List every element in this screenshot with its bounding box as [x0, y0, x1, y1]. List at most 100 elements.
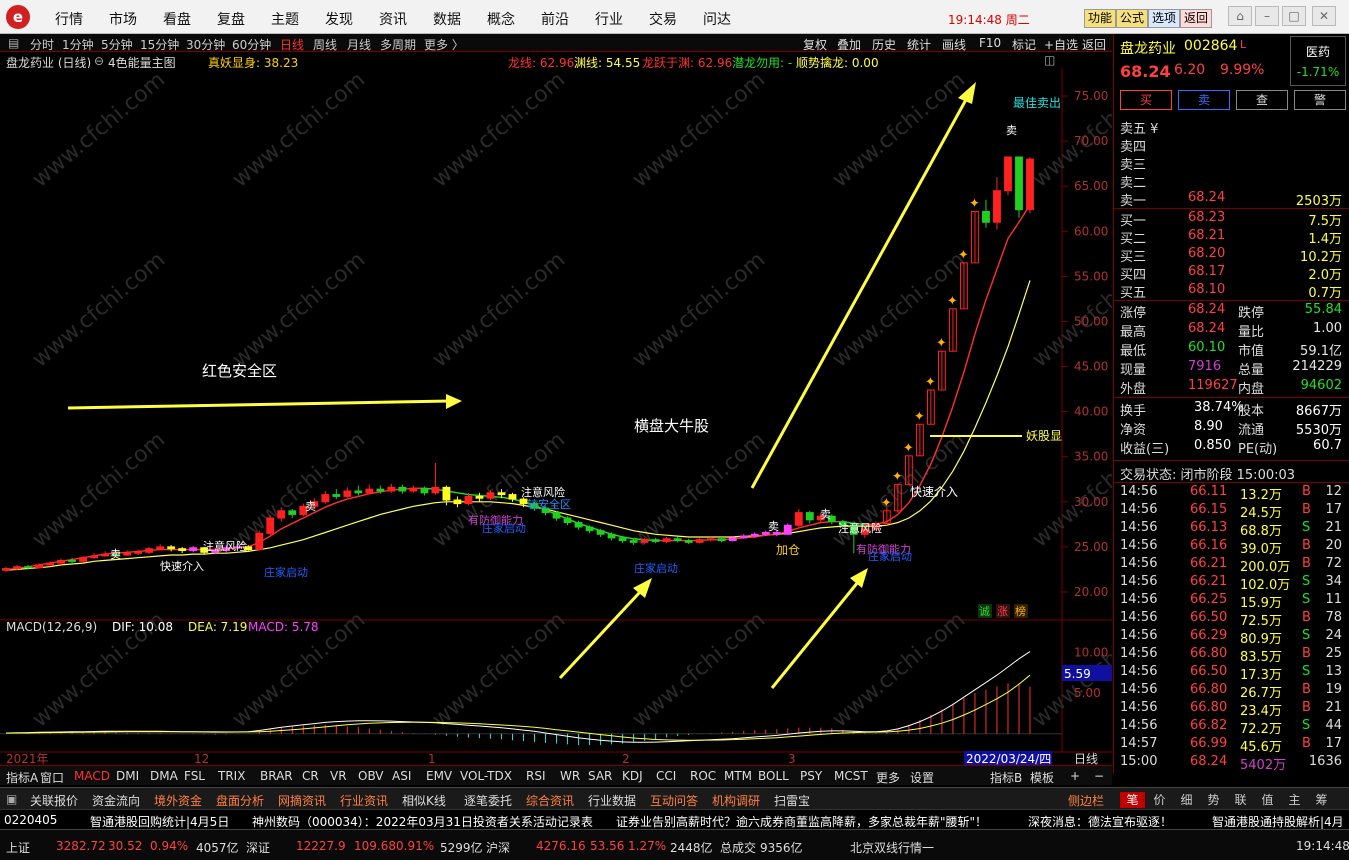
right-tab[interactable]: 细: [1174, 792, 1199, 808]
menu-item-industry[interactable]: 行业: [595, 9, 623, 29]
right-tab[interactable]: 价: [1147, 792, 1172, 808]
bottom-tab[interactable]: 侧边栏: [1068, 792, 1104, 809]
app-logo-icon[interactable]: e: [6, 5, 30, 29]
back-button[interactable]: 返回: [1180, 9, 1213, 28]
indicator-tab[interactable]: MCST: [834, 769, 868, 783]
query-button[interactable]: 查: [1236, 90, 1288, 110]
news-3[interactable]: 证券业告别高薪时代？逾六成券商董监高降薪，多家总裁年薪"腰斩"！: [616, 813, 987, 830]
tool-adjust[interactable]: 复权: [803, 36, 827, 53]
tool-stats[interactable]: 统计: [907, 36, 931, 53]
indicator-tab[interactable]: CCI: [656, 769, 676, 783]
period-15min[interactable]: 15分钟: [140, 36, 179, 53]
buy-button[interactable]: 买: [1120, 90, 1172, 110]
news-1[interactable]: 智通港股回购统计|4月5日: [90, 813, 229, 830]
indicator-tab[interactable]: SAR: [588, 769, 612, 783]
menu-item-quotes[interactable]: 行情: [55, 9, 83, 29]
bid-row[interactable]: 买五 68.10 0.7万: [1114, 282, 1349, 301]
minimize-icon[interactable]: –: [1255, 6, 1279, 26]
bid-row[interactable]: 买二 68.21 1.4万: [1114, 228, 1349, 247]
maximize-icon[interactable]: □: [1282, 6, 1306, 26]
indicator-right-button[interactable]: 指标B: [990, 769, 1022, 786]
right-tab[interactable]: 笔: [1120, 792, 1145, 808]
indicator-tab[interactable]: BOLL: [758, 769, 789, 783]
bottom-tab[interactable]: 行业资讯: [340, 792, 388, 809]
sell-button[interactable]: 卖: [1178, 90, 1230, 110]
tool-back[interactable]: 返回: [1082, 36, 1106, 53]
indicator-tab[interactable]: KDJ: [622, 769, 643, 783]
indicator-tab[interactable]: DMA: [150, 769, 178, 783]
indicator-tab[interactable]: RSI: [526, 769, 546, 783]
news-0[interactable]: 0220405: [4, 813, 57, 827]
menu-item-ask[interactable]: 问达: [703, 9, 731, 29]
indicator-right-button[interactable]: −: [1094, 769, 1104, 783]
tool-overlay[interactable]: 叠加: [837, 36, 861, 53]
menu-item-discover[interactable]: 发现: [325, 9, 353, 29]
indicator-tab[interactable]: BRAR: [260, 769, 293, 783]
period-multi[interactable]: 多周期: [380, 36, 416, 53]
indicator-tab[interactable]: VOL-TDX: [460, 769, 512, 783]
right-tab[interactable]: 主: [1282, 792, 1307, 808]
period-60min[interactable]: 60分钟: [232, 36, 271, 53]
indicator-tab[interactable]: 设置: [910, 769, 934, 786]
tool-f10[interactable]: F10: [979, 36, 1001, 50]
tool-add-watch[interactable]: +自选: [1044, 36, 1078, 53]
bottom-tab[interactable]: 逐笔委托: [464, 792, 512, 809]
bid-row[interactable]: 买四 68.17 2.0万: [1114, 264, 1349, 283]
skin-icon[interactable]: ⌂: [1228, 6, 1252, 26]
right-tab[interactable]: 值: [1255, 792, 1280, 808]
options-button[interactable]: 选项: [1148, 9, 1181, 28]
grid-icon[interactable]: ▤: [8, 36, 19, 50]
menu-item-data[interactable]: 数据: [433, 9, 461, 29]
ask-row[interactable]: 卖四: [1114, 136, 1349, 155]
indicator-right-button[interactable]: 模板: [1030, 769, 1054, 786]
indicator-right-button[interactable]: +: [1070, 769, 1080, 783]
close-icon[interactable]: ✕: [1312, 6, 1336, 26]
bottom-tab[interactable]: 资金流向: [92, 792, 140, 809]
news-4[interactable]: 深夜消息：德法宣布驱逐！: [1028, 813, 1172, 830]
ask-row[interactable]: 卖二: [1114, 172, 1349, 191]
menu-item-frontier[interactable]: 前沿: [541, 9, 569, 29]
news-2[interactable]: 神州数码（000034）：2022年03月31日投资者关系活动记录表: [252, 813, 593, 830]
indicator-tab[interactable]: TRIX: [218, 769, 245, 783]
indicator-tab[interactable]: 指标A: [6, 769, 38, 786]
bottom-tab[interactable]: 机构调研: [712, 792, 760, 809]
indicator-tab[interactable]: CR: [302, 769, 319, 783]
menu-item-watch[interactable]: 看盘: [163, 9, 191, 29]
bid-row[interactable]: 买一 68.23 7.5万: [1114, 210, 1349, 229]
right-tab[interactable]: 势: [1201, 792, 1226, 808]
period-30min[interactable]: 30分钟: [186, 36, 225, 53]
right-tab[interactable]: 联: [1228, 792, 1253, 808]
menu-item-trade[interactable]: 交易: [649, 9, 677, 29]
period-weekly[interactable]: 周线: [313, 36, 337, 53]
bottom-tab[interactable]: 相似K线: [402, 792, 446, 809]
indicator-tab[interactable]: WR: [560, 769, 580, 783]
bottom-tab[interactable]: 互动问答: [650, 792, 698, 809]
indicator-tab[interactable]: EMV: [426, 769, 452, 783]
period-monthly[interactable]: 月线: [347, 36, 371, 53]
indicator-tab[interactable]: VR: [330, 769, 347, 783]
ask-row[interactable]: 卖一 68.24 2503万: [1114, 190, 1349, 209]
panel-toggle-icon[interactable]: ▣: [6, 792, 17, 806]
bottom-tab[interactable]: 扫雷宝: [774, 792, 810, 809]
ask-row[interactable]: 卖三: [1114, 154, 1349, 173]
ask-row[interactable]: 卖五 ¥: [1114, 118, 1349, 137]
indicator-tab[interactable]: ASI: [392, 769, 411, 783]
bottom-tab[interactable]: 盘面分析: [216, 792, 264, 809]
menu-item-news[interactable]: 资讯: [379, 9, 407, 29]
period-intraday[interactable]: 分时: [30, 36, 54, 53]
indicator-tab[interactable]: 更多: [876, 769, 900, 786]
period-daily[interactable]: 日线: [280, 36, 304, 53]
chart-expand-icon[interactable]: ◫: [1044, 53, 1055, 67]
news-ticker[interactable]: 0220405 智通港股回购统计|4月5日 神州数码（000034）：2022年…: [0, 809, 1349, 844]
bid-row[interactable]: 买三 68.20 10.2万: [1114, 246, 1349, 265]
formula-button[interactable]: 公式: [1116, 9, 1149, 28]
right-tab[interactable]: 筹: [1309, 792, 1334, 808]
indicator-tab[interactable]: MTM: [724, 769, 752, 783]
bottom-tab[interactable]: 网摘资讯: [278, 792, 326, 809]
indicator-tab[interactable]: ROC: [690, 769, 716, 783]
menu-item-market[interactable]: 市场: [109, 9, 137, 29]
period-more[interactable]: 更多 〉: [424, 36, 464, 53]
tool-history[interactable]: 历史: [872, 36, 896, 53]
menu-item-topic[interactable]: 主题: [271, 9, 299, 29]
tool-draw[interactable]: 画线: [942, 36, 966, 53]
